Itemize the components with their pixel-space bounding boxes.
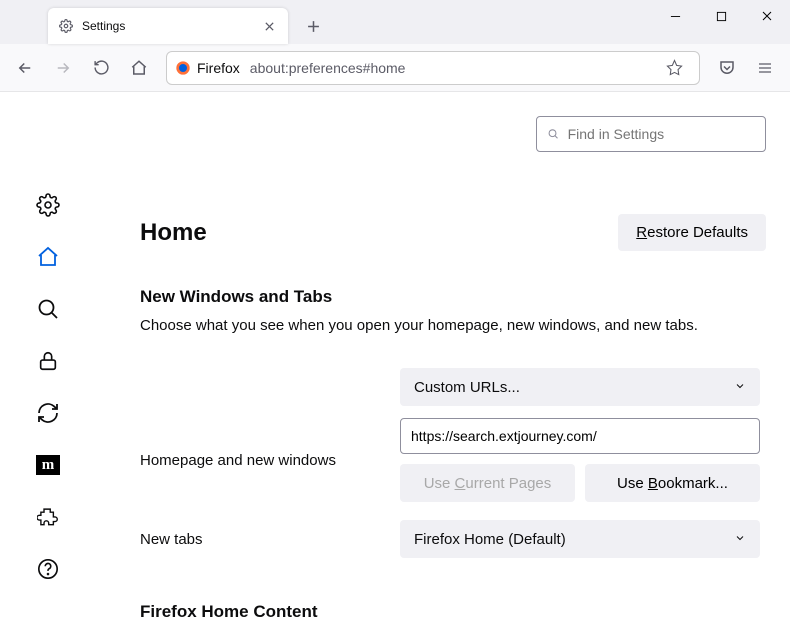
chevron-down-icon <box>734 532 746 547</box>
homepage-mode-select[interactable]: Custom URLs... <box>400 368 760 406</box>
close-button[interactable] <box>744 0 790 32</box>
select-value: Custom URLs... <box>414 379 520 396</box>
sidebar-item-sync[interactable] <box>35 400 61 426</box>
new-tab-button[interactable] <box>298 11 328 41</box>
tab-close-button[interactable] <box>260 17 278 35</box>
pocket-button[interactable] <box>710 51 744 85</box>
forward-button[interactable] <box>46 51 80 85</box>
category-sidebar: m <box>0 92 96 643</box>
navigation-toolbar: Firefox about:preferences#home <box>0 44 790 92</box>
window-controls <box>652 0 790 40</box>
page-title: Home <box>140 219 207 247</box>
section-title-home-content: Firefox Home Content <box>140 602 766 622</box>
sidebar-item-general[interactable] <box>35 192 61 218</box>
use-bookmark-button[interactable]: Use Bookmark... <box>585 464 760 502</box>
use-current-pages-button[interactable]: Use Current Pages <box>400 464 575 502</box>
restore-label: estore Defaults <box>647 224 748 241</box>
firefox-icon <box>175 60 191 76</box>
homepage-label: Homepage and new windows <box>140 452 400 469</box>
newtabs-label: New tabs <box>140 531 400 548</box>
newtabs-select[interactable]: Firefox Home (Default) <box>400 520 760 558</box>
url-text: about:preferences#home <box>250 60 406 76</box>
window-titlebar: Settings <box>0 0 790 44</box>
url-prefix: Firefox <box>197 60 240 76</box>
main-pane: Home Restore Defaults New Windows and Ta… <box>96 92 790 643</box>
sidebar-item-home[interactable] <box>35 244 61 270</box>
home-button[interactable] <box>122 51 156 85</box>
sidebar-item-help[interactable] <box>35 556 61 582</box>
section-title-windows-tabs: New Windows and Tabs <box>140 287 766 307</box>
sidebar-item-search[interactable] <box>35 296 61 322</box>
chevron-down-icon <box>734 380 746 395</box>
maximize-button[interactable] <box>698 0 744 32</box>
section-desc: Choose what you see when you open your h… <box>140 317 766 334</box>
tab-label: Settings <box>82 19 260 33</box>
url-bar[interactable]: Firefox about:preferences#home <box>166 51 700 85</box>
restore-defaults-button[interactable]: Restore Defaults <box>618 214 766 251</box>
bookmark-star-icon[interactable] <box>657 51 691 85</box>
m-icon: m <box>36 455 60 475</box>
sidebar-item-privacy[interactable] <box>35 348 61 374</box>
gear-icon <box>58 18 74 34</box>
homepage-url-input[interactable] <box>400 418 760 454</box>
find-input[interactable] <box>568 126 755 142</box>
back-button[interactable] <box>8 51 42 85</box>
find-in-settings[interactable] <box>536 116 766 152</box>
preferences-content: m Home Restore Defaults New Windows and … <box>0 92 790 643</box>
sidebar-item-more[interactable]: m <box>35 452 61 478</box>
menu-button[interactable] <box>748 51 782 85</box>
select-value: Firefox Home (Default) <box>414 531 566 548</box>
reload-button[interactable] <box>84 51 118 85</box>
tab-settings[interactable]: Settings <box>48 8 288 44</box>
minimize-button[interactable] <box>652 0 698 32</box>
sidebar-item-extensions[interactable] <box>35 504 61 530</box>
